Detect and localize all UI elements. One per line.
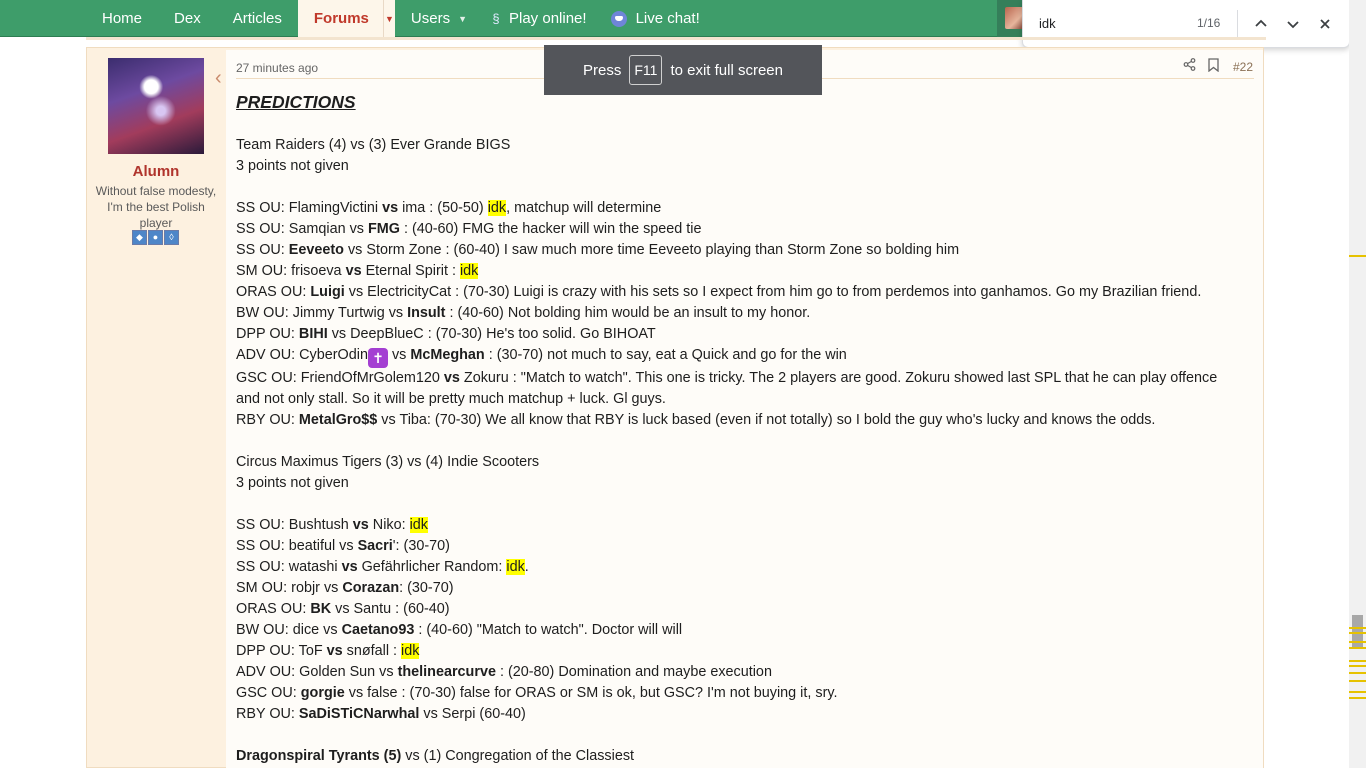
user-title: Without false modesty, I'm the best Poli… — [95, 184, 217, 230]
find-bar: idk 1/16 — [1022, 0, 1350, 48]
match1-points: 3 points not given — [236, 158, 349, 174]
nav-articles-label: Articles — [232, 10, 282, 27]
prediction-line: SS OU: watashi vs Gefährlicher Random: i… — [236, 559, 529, 575]
scrollbar[interactable] — [1349, 0, 1366, 768]
nav-home[interactable]: Home — [86, 0, 158, 37]
badge-icon: ◆ — [132, 230, 147, 245]
toast-text-after: to exit full screen — [670, 61, 783, 79]
nav-articles[interactable]: Articles — [217, 0, 298, 37]
prediction-line: GSC OU: FriendOfMrGolem120 vs Zokuru : "… — [236, 370, 1218, 386]
match2-title: Circus Maximus Tigers (3) vs (4) Indie S… — [236, 454, 540, 470]
find-marker — [1349, 647, 1366, 649]
page-top-border — [86, 37, 1266, 40]
nav-live-chat[interactable]: Live chat! — [603, 0, 716, 37]
match3-title: Dragonspiral Tyrants (5) vs (1) Congrega… — [236, 746, 1251, 767]
prediction-line: SS OU: beatiful vs Sacri': (30-70) — [236, 538, 450, 554]
share-glyph — [1183, 58, 1196, 71]
find-next-button[interactable] — [1281, 12, 1305, 36]
prediction-line: GSC OU: gorgie vs false : (70-30) false … — [236, 685, 838, 701]
users-dropdown-icon: ▼ — [458, 13, 467, 24]
prediction-line: SS OU: Samqian vs FMG : (40-60) FMG the … — [236, 221, 702, 237]
prediction-line: SS OU: FlamingVictini vs ima : (50-50) i… — [236, 200, 662, 216]
find-marker — [1349, 632, 1366, 634]
find-previous-button[interactable] — [1249, 12, 1273, 36]
discord-icon — [610, 10, 627, 27]
find-input[interactable]: idk — [1039, 16, 1056, 31]
find-marker — [1349, 660, 1366, 662]
prediction-line: BW OU: Jimmy Turtwig vs Insult : (40-60)… — [236, 305, 811, 321]
nav-users[interactable]: Users ▼ — [395, 0, 483, 37]
find-marker — [1349, 680, 1366, 682]
nav-dex-label: Dex — [174, 10, 201, 27]
share-icon[interactable] — [1183, 58, 1196, 74]
arrow-left-icon: ‹ — [215, 67, 222, 89]
match3-bold: Dragonspiral Tyrants (5) — [236, 748, 402, 764]
username[interactable]: Alumn — [86, 163, 226, 180]
user-badges: ◆ ● ◊ — [132, 230, 179, 245]
post-body: PREDICTIONS Team Raiders (4) vs (3) Ever… — [236, 90, 1251, 767]
badge-icon: ◊ — [164, 230, 179, 245]
nav-chat-label: Live chat! — [635, 10, 700, 27]
prediction-line: ORAS OU: Luigi vs ElectricityCat : (70-3… — [236, 284, 1202, 300]
nav-forums[interactable]: Forums — [297, 0, 383, 37]
find-marker — [1349, 255, 1366, 257]
prediction-line: and not only stall. So it will be pretty… — [236, 391, 666, 407]
nav-dex[interactable]: Dex — [158, 0, 217, 37]
match2-points: 3 points not given — [236, 475, 349, 491]
badge-icon: ● — [148, 230, 163, 245]
forums-dropdown-icon[interactable]: ▼ — [382, 0, 395, 37]
find-marker — [1349, 665, 1366, 667]
toast-text-before: Press — [583, 61, 622, 79]
showdown-icon: § — [492, 10, 500, 26]
chevron-down-icon — [1287, 21, 1299, 29]
prediction-line: SM OU: frisoeva vs Eternal Spirit : idk — [236, 263, 479, 279]
prediction-line: SS OU: Eeveeto vs Storm Zone : (60-40) I… — [236, 242, 960, 258]
close-icon — [1320, 19, 1330, 29]
find-marker — [1349, 641, 1366, 643]
prediction-line: SM OU: robjr vs Corazan: (30-70) — [236, 580, 454, 596]
post-timestamp[interactable]: 27 minutes ago — [236, 61, 318, 75]
post-number[interactable]: #22 — [1233, 60, 1253, 74]
prediction-line: RBY OU: MetalGro$$ vs Tiba: (70-30) We a… — [236, 412, 1156, 428]
latin-cross-icon: ✝ — [367, 348, 388, 368]
bookmark-icon[interactable] — [1208, 58, 1219, 72]
find-marker — [1349, 691, 1366, 693]
nav-forums-label: Forums — [313, 10, 369, 27]
prediction-line: BW OU: dice vs Caetano93 : (40-60) "Matc… — [236, 622, 683, 638]
match3-rest: vs (1) Congregation of the Classiest — [401, 748, 635, 764]
toast-key: F11 — [629, 55, 663, 85]
find-close-button[interactable] — [1313, 12, 1337, 36]
prediction-line: SS OU: Bushtush vs Niko: idk — [236, 517, 428, 533]
find-marker — [1349, 627, 1366, 629]
match1-title: Team Raiders (4) vs (3) Ever Grande BIGS — [236, 137, 511, 153]
find-divider — [1237, 10, 1238, 38]
prediction-line: ADV OU: CyberOdin ✝ vs McMeghan : (30-70)… — [236, 347, 847, 368]
fullscreen-toast: Press F11 to exit full screen — [544, 45, 822, 95]
chevron-up-icon — [1255, 19, 1267, 27]
nav-users-label: Users — [410, 10, 451, 27]
prediction-line: ORAS OU: BK vs Santu : (60-40) — [236, 601, 450, 617]
find-marker — [1349, 672, 1366, 674]
find-match-count: 1/16 — [1197, 16, 1221, 30]
nav-home-label: Home — [102, 10, 143, 27]
user-avatar[interactable] — [108, 58, 204, 154]
find-marker — [1349, 697, 1366, 699]
prediction-line: ADV OU: Golden Sun vs thelinearcurve : (… — [236, 664, 772, 680]
prediction-line: DPP OU: ToF vs snøfall : idk — [236, 643, 420, 659]
nav-play-label: Play online! — [509, 10, 587, 27]
prediction-line: DPP OU: BIHI vs DeepBlueC : (70-30) He's… — [236, 326, 656, 342]
nav-play-online[interactable]: § Play online! — [483, 0, 603, 37]
prediction-line: RBY OU: SaDiSTiCNarwhal vs Serpi (60-40) — [236, 706, 526, 722]
nav-menu: Home Dex Articles Forums ▼ Users ▼ § Play … — [86, 0, 716, 37]
